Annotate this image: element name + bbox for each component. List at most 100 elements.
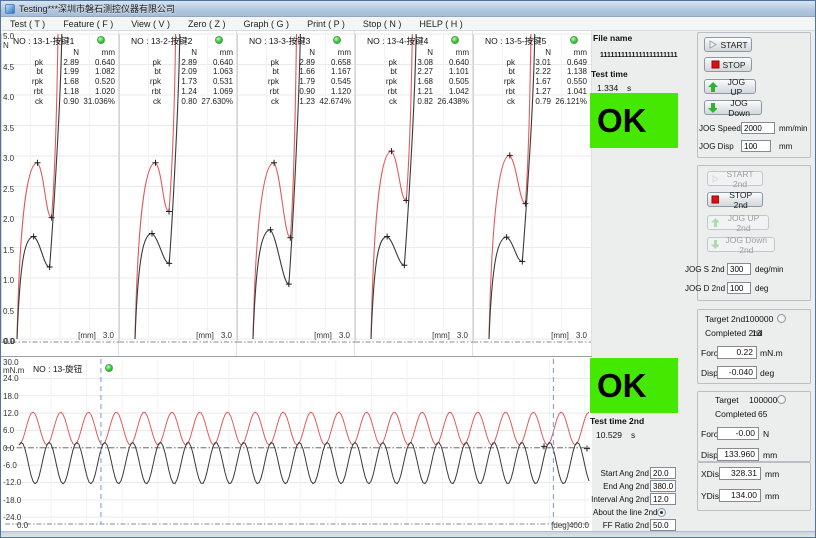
jog-d-2nd-input[interactable] <box>727 282 751 294</box>
panel-x-unit-label: [mm] <box>78 331 96 340</box>
cell-value: 1.27 <box>515 87 551 97</box>
cell-value: 1.069 <box>197 87 233 97</box>
cell-value: 0.640 <box>197 58 233 68</box>
cell-value: 0.90 <box>43 97 79 107</box>
cell-value: 1.99 <box>43 67 79 77</box>
target-2nd-value: 100000 <box>745 314 773 324</box>
knob-y-tick: -6.0 <box>3 461 17 470</box>
start-ang-2nd-input[interactable] <box>650 467 676 479</box>
jog-disp-input[interactable] <box>741 140 771 152</box>
knob-title: NO : 13-旋钮 <box>33 363 82 375</box>
start-button[interactable]: START <box>704 37 752 52</box>
title-bar[interactable]: Testing***深圳市磐石测控仪器有限公司 <box>1 1 815 17</box>
menu-bar: Test ( T )Feature ( F )View ( V )Zero ( … <box>1 17 815 31</box>
stop-icon <box>711 60 720 69</box>
panel-title: NO : 13-3-按键3 <box>249 35 310 47</box>
row-label: rpk <box>477 77 515 87</box>
menu-item-2[interactable]: Feature ( F ) <box>54 19 122 29</box>
disp-readout: 133.960 <box>717 448 759 461</box>
cell-value: 42.674% <box>315 97 351 107</box>
panel-status-dot <box>451 36 459 44</box>
result-status-badge-2nd: OK <box>590 358 678 413</box>
start-2nd-button[interactable]: START 2nd <box>707 171 763 186</box>
panel-x-end-label: 3.0 <box>457 331 468 340</box>
row-label: rpk <box>123 77 161 87</box>
panel-x-unit-label: [mm] <box>551 331 569 340</box>
knob-y-tick: -12.0 <box>3 478 21 487</box>
stop-button[interactable]: STOP <box>704 57 752 72</box>
panel-results-table: Nmmpk3.010.649bt2.221.138rpk1.670.550rbt… <box>477 48 587 106</box>
menu-item-5[interactable]: Graph ( G ) <box>235 19 299 29</box>
jog-up-button[interactable]: JOG UP <box>704 79 756 94</box>
cell-value: 1.042 <box>433 87 469 97</box>
row-label: rbt <box>241 87 279 97</box>
force-unit: N <box>763 429 769 439</box>
row-label: pk <box>359 58 397 68</box>
target-radio[interactable] <box>777 395 786 404</box>
panel-x-axis-labels: [mm] 3.0 <box>432 331 468 340</box>
row-label: bt <box>241 67 279 77</box>
jog-s-2nd-input[interactable] <box>727 263 751 275</box>
jog-down-button[interactable]: JOG Down <box>704 100 762 115</box>
panel-status-dot <box>570 36 578 44</box>
row-label: ck <box>123 97 161 107</box>
row-label: rpk <box>241 77 279 87</box>
window-title: Testing***深圳市磐石测控仪器有限公司 <box>19 2 175 15</box>
jog-up-2nd-button[interactable]: JOG UP 2nd <box>707 215 769 230</box>
about-line-2nd-radio[interactable] <box>657 508 666 517</box>
panel-x-axis-labels: [mm] 3.0 <box>196 331 232 340</box>
chart-area: NO : 13-1-按键1 Nmmpk2.890.640bt1.991.082r… <box>1 31 592 531</box>
press-panel: NO : 13-2-按键2 Nmmpk2.890.640bt2.091.063r… <box>119 31 237 356</box>
menu-item-8[interactable]: HELP ( H ) <box>410 19 471 29</box>
cell-value: 3.08 <box>397 58 433 68</box>
jog-speed-unit: mm/min <box>779 124 807 133</box>
press-y-tick: 4.5 <box>3 63 14 72</box>
target-2nd-label: Target 2nd <box>705 314 745 324</box>
jog-down-2nd-button-label: JOG Down 2nd <box>722 235 771 255</box>
cell-value: 1.23 <box>279 97 315 107</box>
menu-item-3[interactable]: View ( V ) <box>122 19 179 29</box>
jog-down-2nd-button[interactable]: JOG Down 2nd <box>707 237 775 252</box>
test-time-2nd-unit: s <box>631 430 635 440</box>
menu-item-6[interactable]: Print ( P ) <box>298 19 354 29</box>
interval-ang-2nd-input[interactable] <box>650 493 676 505</box>
stop-2nd-button[interactable]: STOP 2nd <box>707 192 763 207</box>
knob-panel: NO : 13-旋钮 30.0 mN.m 24.018.012.06.00.0-… <box>1 356 592 531</box>
end-ang-2nd-input[interactable] <box>650 480 676 492</box>
cell-value: 2.89 <box>43 58 79 68</box>
row-label: pk <box>241 58 279 68</box>
file-name-label: File name <box>593 33 632 43</box>
menu-item-4[interactable]: Zero ( Z ) <box>179 19 235 29</box>
ff-ratio-2nd-input[interactable] <box>650 519 676 531</box>
knob-y-tick: 18.0 <box>3 392 19 401</box>
row-label: rbt <box>477 87 515 97</box>
panel-status-dot <box>333 36 341 44</box>
cell-value: 2.27 <box>397 67 433 77</box>
panel-title: NO : 13-2-按键2 <box>131 35 192 47</box>
press-y-tick: 0.5 <box>3 307 14 316</box>
jog-up-2nd-button-label: JOG UP 2nd <box>722 213 765 233</box>
panel-x-unit-label: [mm] <box>314 331 332 340</box>
menu-item-7[interactable]: Stop ( N ) <box>354 19 411 29</box>
stop-2nd-button-label: STOP 2nd <box>722 190 759 210</box>
panel-x-axis-labels: [mm] 3.0 <box>314 331 350 340</box>
target-2nd-radio[interactable] <box>777 314 786 323</box>
panel-x-unit-label: [mm] <box>432 331 450 340</box>
col-header: N <box>43 48 79 58</box>
jog-d-2nd-unit: deg <box>755 284 768 293</box>
disp-2nd-readout: -0.040 <box>717 366 757 379</box>
jog-speed-input[interactable] <box>741 122 775 134</box>
info-column: File name 1111111111111111111111 Test ti… <box>589 31 683 531</box>
panel-results-table: Nmmpk2.890.658bt1.661.167rpk1.790.545rbt… <box>241 48 351 106</box>
arrow-down-icon <box>711 240 719 249</box>
row-label: pk <box>477 58 515 68</box>
cell-value: 1.66 <box>279 67 315 77</box>
knob-status-dot <box>105 364 113 372</box>
cell-value: 1.020 <box>79 87 115 97</box>
force-2nd-readout: 0.22 <box>717 346 757 359</box>
cell-value: 1.063 <box>197 67 233 77</box>
press-panel: NO : 13-3-按键3 Nmmpk2.890.658bt1.661.167r… <box>237 31 355 356</box>
press-y-tick: 3.0 <box>3 154 14 163</box>
menu-item-1[interactable]: Test ( T ) <box>1 19 54 29</box>
cell-value: 0.505 <box>433 77 469 87</box>
